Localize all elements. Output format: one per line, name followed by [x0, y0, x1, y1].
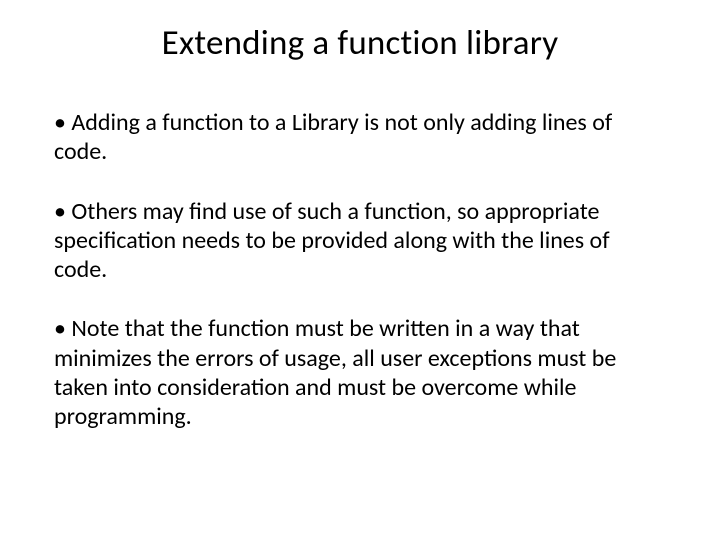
bullet-text: Note that the function must be written i… [54, 314, 616, 431]
bullet-icon: • [54, 314, 71, 343]
slide-body: • Adding a function to a Library is not … [54, 108, 666, 431]
slide-title: Extending a function library [54, 22, 666, 64]
bullet-icon: • [54, 108, 71, 137]
slide: Extending a function library • Adding a … [0, 0, 720, 540]
bullet-item: • Adding a function to a Library is not … [54, 108, 666, 167]
bullet-icon: • [54, 197, 71, 226]
bullet-item: • Note that the function must be written… [54, 314, 666, 431]
bullet-item: • Others may find use of such a function… [54, 197, 666, 285]
bullet-text: Adding a function to a Library is not on… [54, 108, 612, 166]
bullet-text: Others may find use of such a function, … [54, 197, 610, 285]
